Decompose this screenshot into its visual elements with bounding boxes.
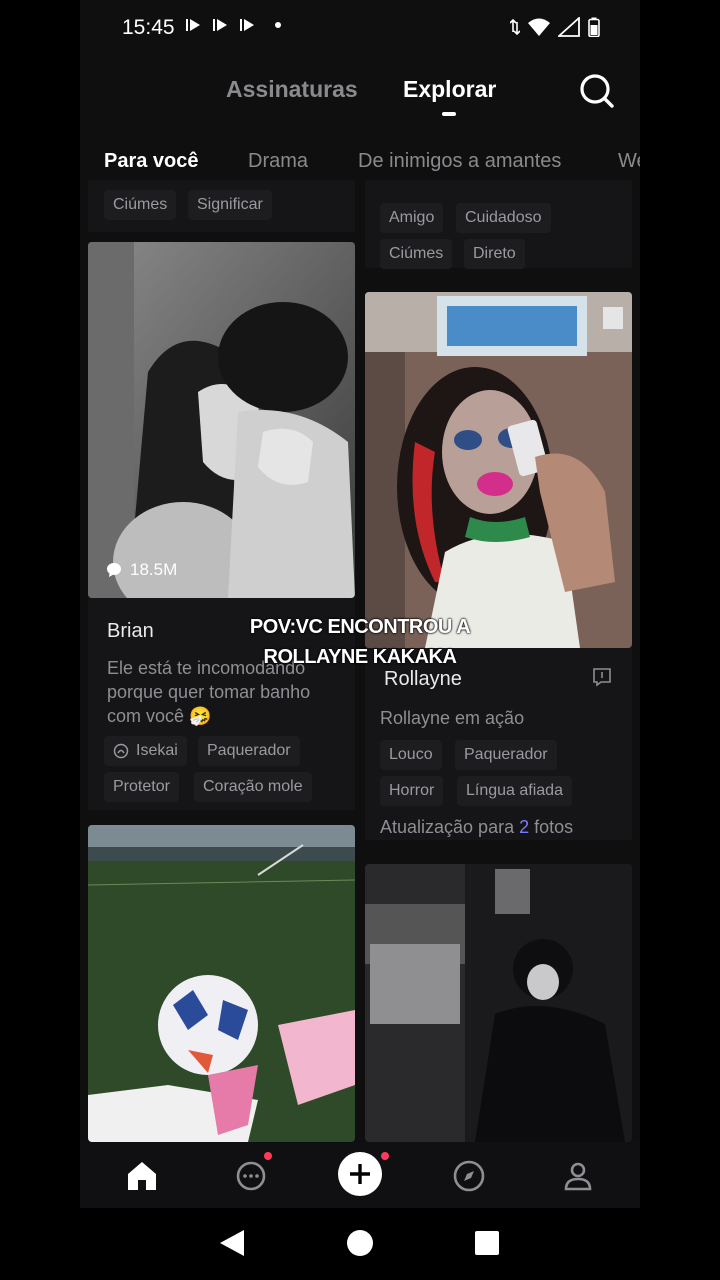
tag-chip[interactable]: Língua afiada [457,776,572,806]
search-icon[interactable] [578,72,616,110]
active-tab-indicator [442,112,456,116]
phone-screen: 15:45 Assinaturas Explorar Para você Dra… [80,0,640,1280]
category-tab-drama[interactable]: Drama [248,150,308,173]
tag-chip[interactable]: Coração mole [194,772,312,802]
data-transfer-icon [510,18,520,36]
chat-count: 18.5M [130,560,178,579]
tab-subscriptions[interactable]: Assinaturas [226,76,358,103]
system-status-icons [510,17,600,37]
tag-chip[interactable]: Significar [188,190,272,220]
status-bar: 15:45 [80,0,640,58]
bottom-navigation [80,1142,640,1208]
character-image-rollayne[interactable] [365,292,632,648]
notification-icons [186,19,281,31]
letterbox-right [640,0,720,1280]
home-circle-icon[interactable] [346,1228,374,1258]
compass-icon[interactable] [449,1156,489,1196]
category-tabs: Para você Drama De inimigos a amantes We [80,150,640,180]
letterbox-left [0,0,80,1280]
photo-rollayne [365,292,632,648]
signal-icon [558,17,580,37]
update-prefix: Atualização para [380,817,515,837]
create-icon[interactable] [336,1150,384,1198]
photo-football [88,825,355,1142]
tag-chip[interactable]: Louco [380,740,442,770]
home-icon[interactable] [122,1156,162,1196]
tag-chip[interactable]: Horror [380,776,444,806]
category-tab-partial[interactable]: We [618,150,640,173]
top-navigation: Assinaturas Explorar [80,72,640,122]
update-count: 2 [519,817,530,837]
tag-chip[interactable]: Ciúmes [380,239,453,269]
character-image-football[interactable] [88,825,355,1142]
update-suffix: fotos [534,817,574,837]
category-tab-enemies-to-lovers[interactable]: De inimigos a amantes [358,150,561,173]
back-icon[interactable] [218,1228,246,1258]
media-notification-icon [213,19,227,31]
tag-chip[interactable]: Amigo [380,203,444,233]
category-tab-for-you[interactable]: Para você [104,150,199,173]
tag-chip[interactable]: Direto [464,239,525,269]
status-time: 15:45 [122,16,175,39]
tag-chip[interactable]: Ciúmes [104,190,177,220]
caption-line-2: ROLLAYNE KAKAKA [263,646,457,668]
system-navigation [80,1208,640,1280]
notification-dot [264,1152,272,1160]
tab-explore[interactable]: Explorar [403,76,496,103]
photo-update-note: Atualização para 2 fotos [380,815,573,839]
tag-chip[interactable]: Cuidadoso [456,203,551,233]
photo-dark-room [365,864,632,1142]
photo-brian [88,242,355,598]
chat-bubble-icon [107,563,121,577]
recents-icon[interactable] [474,1228,500,1258]
character-image-brian[interactable]: 18.5M [88,242,355,598]
battery-icon [588,17,600,37]
notification-dot [381,1152,389,1160]
tag-icon [113,743,129,759]
video-overlay-caption: POV:VC ENCONTROU A ROLLAYNE KAKAKA [80,612,640,672]
tag-chip[interactable]: Paquerador [198,736,300,766]
more-notifications-icon [275,22,281,28]
caption-line-1: POV:VC ENCONTROU A [249,616,471,638]
media-notification-icon [240,19,254,31]
profile-icon[interactable] [558,1156,598,1196]
character-image-dark-room[interactable] [365,864,632,1142]
wifi-icon [528,18,550,36]
chat-count-badge: 18.5M [106,560,177,580]
chat-icon[interactable] [231,1156,271,1196]
tag-chip[interactable]: Protetor [104,772,179,802]
tag-chip[interactable]: Paquerador [455,740,557,770]
media-notification-icon [186,19,200,31]
character-description: Rollayne em ação [380,708,525,728]
